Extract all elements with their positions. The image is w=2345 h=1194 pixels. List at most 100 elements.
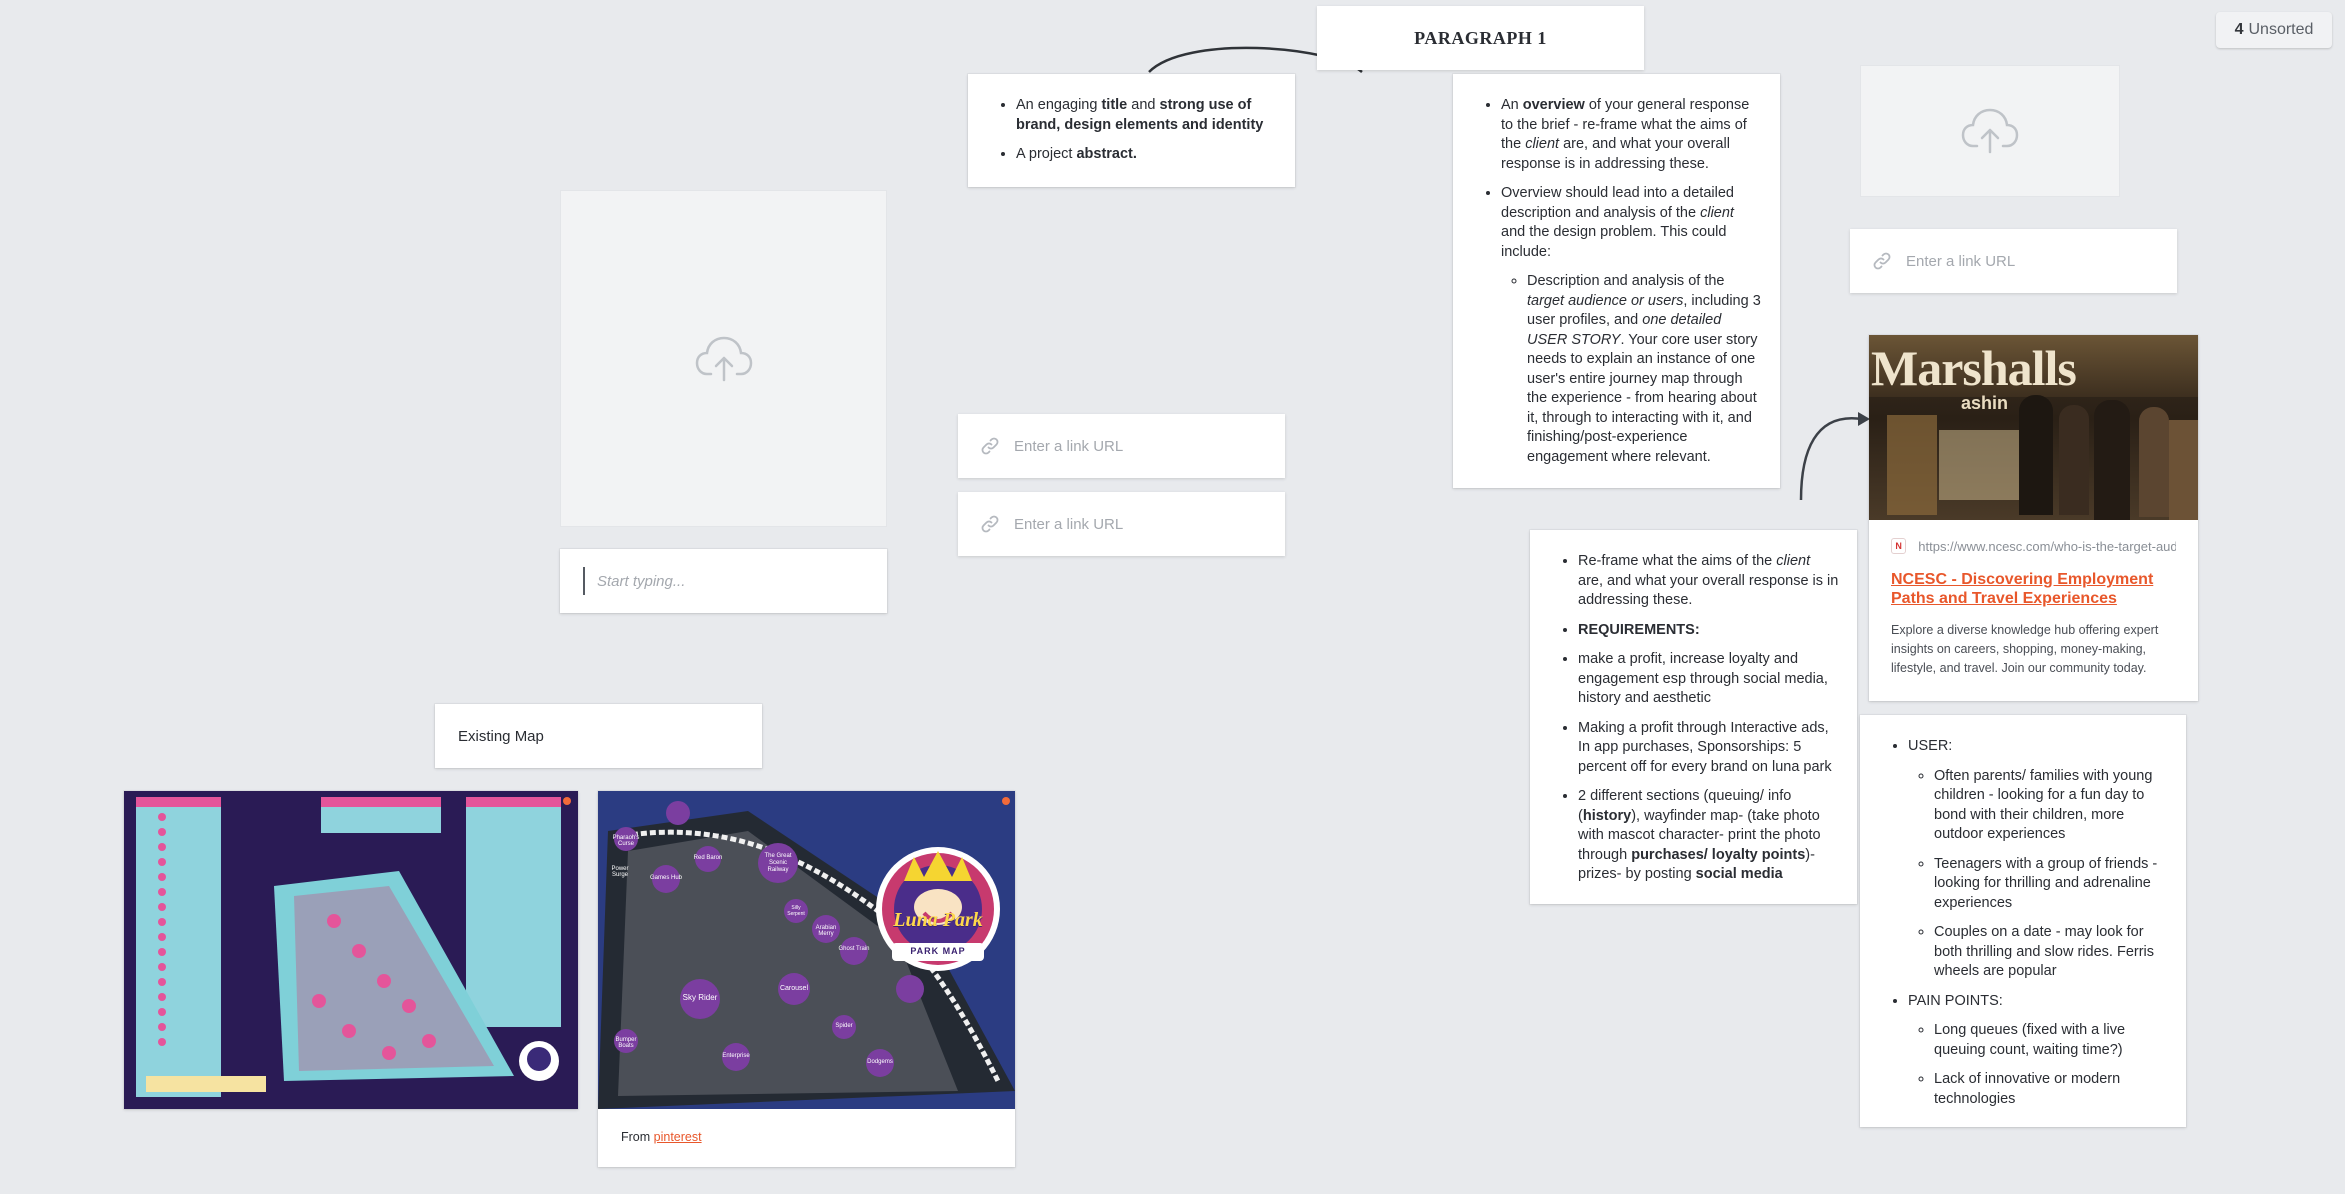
note-card-user[interactable]: USER: Often parents/ families with young … bbox=[1860, 715, 2186, 1127]
link-preview-url: https://www.ncesc.com/who-is-the-target-… bbox=[1918, 538, 2176, 554]
cloud-upload-icon bbox=[1961, 108, 2019, 154]
list-item: An overview of your general response to … bbox=[1501, 96, 1762, 174]
text-run: purchases/ loyalty points bbox=[1631, 846, 1806, 863]
caption-link[interactable]: pinterest bbox=[654, 1130, 702, 1144]
park-logo-subtitle: PARK MAP bbox=[910, 946, 966, 956]
ride-label-12: Enterprise bbox=[722, 1053, 750, 1059]
existing-map-illustration bbox=[124, 791, 578, 1109]
link-icon bbox=[1873, 252, 1891, 270]
text-run: Couples on a date - may look for both th… bbox=[1934, 924, 2155, 979]
ride-label-14: Bumper Boats bbox=[615, 1037, 637, 1049]
text-run: and bbox=[1127, 97, 1160, 113]
link-preview-title[interactable]: NCESC - Discovering Employment Paths and… bbox=[1891, 570, 2176, 608]
list-item: Overview should lead into a detailed des… bbox=[1501, 184, 1762, 467]
list-item: An engaging title and strong use of bran… bbox=[1016, 96, 1277, 135]
text-run: social media bbox=[1695, 866, 1783, 882]
unsorted-label: Unsorted bbox=[2248, 21, 2314, 38]
text-run: Often parents/ families with young child… bbox=[1934, 767, 2153, 843]
sub-bullet-list: Often parents/ families with young child… bbox=[1908, 767, 2168, 982]
link-preview-description: Explore a diverse knowledge hub offering… bbox=[1891, 623, 2159, 675]
ride-label-3: Games Hub bbox=[650, 875, 683, 881]
bullet-list: An engaging title and strong use of bran… bbox=[990, 96, 1277, 165]
list-item: Often parents/ families with young child… bbox=[1934, 767, 2168, 845]
list-item: Lack of innovative or modern technologie… bbox=[1934, 1070, 2168, 1109]
park-map-card[interactable]: Luna Park PARK MAP Pharaoh's Curse Power… bbox=[598, 791, 1015, 1167]
sub-bullet-list: Description and analysis of the target a… bbox=[1501, 272, 1762, 467]
text-run: An engaging bbox=[1016, 97, 1102, 113]
existing-map-image[interactable] bbox=[124, 791, 578, 1109]
text-run: Overview should lead into a detailed des… bbox=[1501, 185, 1734, 221]
cloud-upload-icon bbox=[695, 336, 752, 381]
text-run: An bbox=[1501, 97, 1523, 113]
image-caption: From pinterest bbox=[598, 1109, 1015, 1144]
sub-bullet-list: Long queues (fixed with a live queuing c… bbox=[1908, 1021, 2168, 1109]
ride-label-1: Pharaoh's Curse bbox=[612, 835, 640, 847]
note-input-card[interactable]: Start typing... bbox=[560, 549, 887, 613]
list-item: 2 different sections (queuing/ info (his… bbox=[1578, 787, 1839, 885]
bullet-list: Re-frame what the aims of the client are… bbox=[1552, 552, 1839, 885]
store-sign-text: Marshalls bbox=[1871, 340, 2077, 396]
note-card-requirements[interactable]: Re-frame what the aims of the client are… bbox=[1530, 530, 1857, 904]
title-text: PARAGRAPH 1 bbox=[1414, 27, 1547, 48]
text-run: Teenagers with a group of friends - look… bbox=[1934, 855, 2158, 911]
text-run: client bbox=[1700, 204, 1734, 221]
text-run: title bbox=[1101, 97, 1128, 113]
link-url-placeholder: Enter a link URL bbox=[1014, 515, 1124, 533]
list-item: make a profit, increase loyalty and enga… bbox=[1578, 650, 1839, 709]
text-run: Long queues (fixed with a live queuing c… bbox=[1934, 1022, 2126, 1058]
link-url-input[interactable]: Enter a link URL bbox=[958, 414, 1285, 478]
text-run: history bbox=[1582, 807, 1632, 824]
unsorted-button[interactable]: 4 Unsorted bbox=[2216, 12, 2332, 48]
text-run: and the design problem. This could inclu… bbox=[1501, 224, 1727, 260]
existing-map-card[interactable]: Existing Map bbox=[435, 704, 762, 768]
text-run: Making a profit through Interactive ads,… bbox=[1578, 719, 1832, 775]
image-upload-small[interactable] bbox=[1860, 65, 2120, 197]
connector-arrow-to-preview bbox=[1799, 416, 1863, 501]
ride-label-6: Silly Serpent bbox=[787, 905, 805, 917]
list-item: Teenagers with a group of friends - look… bbox=[1934, 855, 2168, 914]
image-upload-large[interactable] bbox=[560, 190, 887, 527]
note-input-placeholder[interactable]: Start typing... bbox=[597, 573, 685, 590]
store-subsign-text: ashin bbox=[1961, 393, 2009, 413]
text-run: PAIN POINTS: bbox=[1908, 992, 2003, 1009]
list-item: USER: Often parents/ families with young … bbox=[1908, 737, 2168, 982]
list-item: REQUIREMENTS: bbox=[1578, 621, 1839, 641]
ride-label-13: Dodgems bbox=[867, 1059, 893, 1065]
text-run: Description and analysis of the bbox=[1527, 273, 1725, 289]
link-icon bbox=[981, 515, 999, 533]
text-run: overview bbox=[1522, 97, 1585, 113]
list-item: A project abstract. bbox=[1016, 145, 1277, 165]
note-card-title-points[interactable]: An engaging title and strong use of bran… bbox=[968, 74, 1295, 187]
text-run: Re-frame what the aims of the bbox=[1578, 553, 1777, 569]
link-preview-card[interactable]: Marshalls ashin N https://www.ncesc.com/… bbox=[1869, 335, 2198, 701]
ride-label-7: Arabian Merry bbox=[815, 925, 837, 937]
text-run: . Your core user story needs to explain … bbox=[1527, 331, 1758, 465]
link-url-input[interactable]: Enter a link URL bbox=[1850, 229, 2177, 293]
text-run: are, and what your overall response is i… bbox=[1578, 572, 1839, 609]
list-item: PAIN POINTS: Long queues (fixed with a li… bbox=[1908, 992, 2168, 1110]
link-url-placeholder: Enter a link URL bbox=[1014, 437, 1124, 455]
note-card-overview[interactable]: An overview of your general response to … bbox=[1453, 74, 1780, 488]
title-card[interactable]: PARAGRAPH 1 bbox=[1317, 6, 1644, 70]
ride-label-4: Red Baron bbox=[693, 855, 723, 861]
bullet-list: USER: Often parents/ families with young … bbox=[1882, 737, 2168, 1109]
ride-label-8: Ghost Train bbox=[838, 946, 870, 952]
ride-label-10: Sky Rider bbox=[682, 993, 718, 1002]
text-run: Lack of innovative or modern technologie… bbox=[1934, 1071, 2121, 1107]
link-url-input[interactable]: Enter a link URL bbox=[958, 492, 1285, 556]
list-item: Re-frame what the aims of the client are… bbox=[1578, 552, 1839, 611]
park-map-image: Luna Park PARK MAP Pharaoh's Curse Power… bbox=[598, 791, 1015, 1109]
ride-label-9: Carousel bbox=[779, 985, 808, 992]
text-run: target audience or users bbox=[1527, 292, 1684, 309]
text-run: abstract. bbox=[1076, 146, 1137, 162]
link-url-placeholder: Enter a link URL bbox=[1906, 252, 2016, 270]
bullet-list: An overview of your general response to … bbox=[1475, 96, 1762, 467]
text-run: client bbox=[1525, 136, 1560, 152]
list-item: Making a profit through Interactive ads,… bbox=[1578, 719, 1839, 778]
link-icon bbox=[981, 437, 999, 455]
text-run: REQUIREMENTS: bbox=[1578, 621, 1700, 638]
ride-label-2: Power Surge bbox=[611, 866, 629, 878]
link-preview-image: Marshalls ashin bbox=[1869, 335, 2198, 520]
list-item: Couples on a date - may look for both th… bbox=[1934, 923, 2168, 982]
ride-label-11: Spider bbox=[835, 1023, 853, 1029]
